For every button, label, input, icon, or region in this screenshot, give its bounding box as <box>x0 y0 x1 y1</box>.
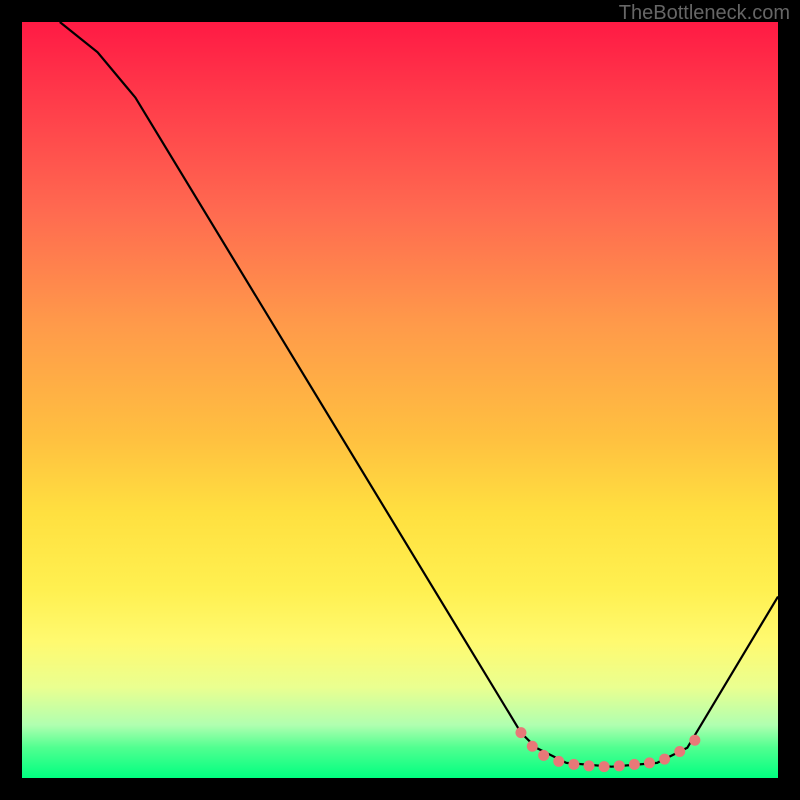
highlight-point <box>644 757 655 768</box>
chart-svg <box>22 22 778 778</box>
highlight-point <box>629 759 640 770</box>
attribution-text: TheBottleneck.com <box>619 2 790 25</box>
highlight-point <box>568 759 579 770</box>
highlight-point <box>515 727 526 738</box>
highlight-point <box>614 760 625 771</box>
highlight-point <box>538 750 549 761</box>
bottleneck-curve-line <box>60 22 778 767</box>
highlight-point <box>674 746 685 757</box>
highlight-point <box>599 761 610 772</box>
highlight-point <box>689 735 700 746</box>
bottleneck-chart <box>22 22 778 778</box>
highlight-point <box>659 754 670 765</box>
highlight-point <box>584 760 595 771</box>
highlight-point <box>527 741 538 752</box>
highlight-point <box>553 756 564 767</box>
